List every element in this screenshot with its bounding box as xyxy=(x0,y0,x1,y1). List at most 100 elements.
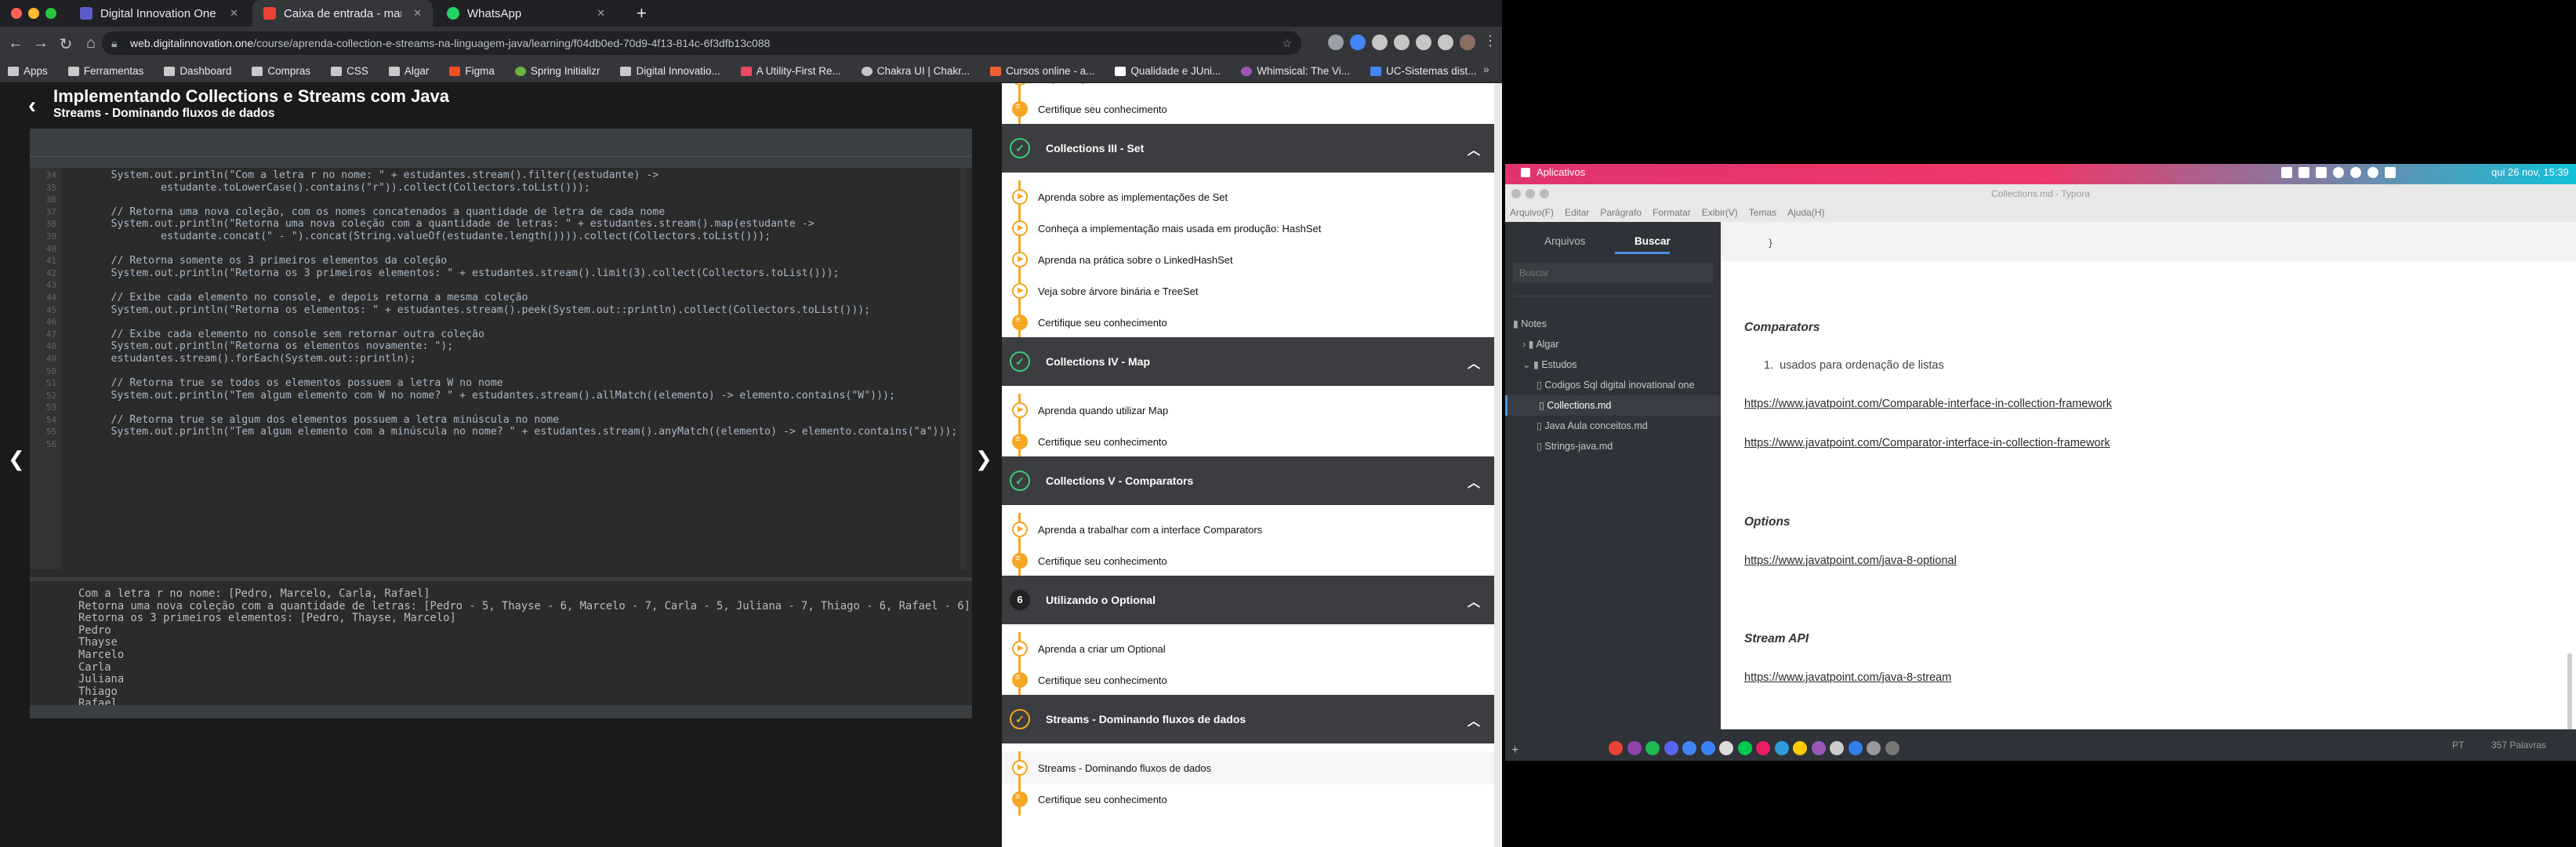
tab-gmail[interactable]: Caixa de entrada - marcosvo ✕ xyxy=(252,0,433,27)
menu-edit[interactable]: Editar xyxy=(1565,207,1589,218)
section-header[interactable]: ✓ Collections IV - Map ︿ xyxy=(1002,337,1494,386)
close-tab-icon[interactable]: ✕ xyxy=(413,7,422,20)
clock[interactable]: qui 26 nov, 15:39 xyxy=(2491,166,2569,178)
bookmark-link[interactable]: Figma xyxy=(449,65,495,77)
lesson-item[interactable]: ▶ Streams - Dominando fluxos de dados xyxy=(1002,751,1494,784)
bookmark-folder[interactable]: Compras xyxy=(252,65,310,77)
tab-digital-innovation[interactable]: Digital Innovation One ✕ xyxy=(69,0,249,27)
address-bar[interactable]: 🔒︎ web.digitalinnovation.one/course/apre… xyxy=(102,31,1301,55)
section-header[interactable]: ✓ Collections III - Set ︿ xyxy=(1002,124,1494,173)
wifi-icon[interactable] xyxy=(2333,167,2344,178)
bluetooth-icon[interactable] xyxy=(2350,167,2361,178)
bookmark-link[interactable]: Chakra UI | Chakr... xyxy=(861,65,970,77)
menu-format[interactable]: Formatar xyxy=(1653,207,1691,218)
extension-icon[interactable] xyxy=(1372,35,1388,50)
section-header[interactable]: ✓ Collections V - Comparators ︿ xyxy=(1002,456,1494,505)
app-icon[interactable] xyxy=(1756,741,1770,755)
volume-icon[interactable] xyxy=(2367,167,2378,178)
search-input[interactable]: Buscar xyxy=(1513,263,1713,283)
next-lesson-icon[interactable]: ❯ xyxy=(975,447,992,471)
menu-paragraph[interactable]: Parágrafo xyxy=(1600,207,1642,218)
tree-file-active[interactable]: ▯ Collections.md xyxy=(1505,395,1721,416)
video-player[interactable]: 34 35 36 37 38 39 40 41 42 43 44 45 46 4… xyxy=(30,129,972,718)
playlist-scrollbar[interactable] xyxy=(1494,83,1502,847)
menu-themes[interactable]: Temas xyxy=(1749,207,1776,218)
lesson-item[interactable]: ▶ Conheça a implementação mais usada em p… xyxy=(1002,212,1494,245)
menu-file[interactable]: Arquivo(F) xyxy=(1510,207,1554,218)
tree-file[interactable]: ▯ Java Aula conceitos.md xyxy=(1505,416,1721,436)
new-tab-button[interactable]: + xyxy=(637,3,647,24)
vscode-icon[interactable] xyxy=(1700,741,1715,755)
markdown-editor[interactable]: } Comparators 1. usados para ordenação d… xyxy=(1721,222,2576,761)
bookmark-link[interactable]: Digital Innovatio... xyxy=(620,65,720,77)
app-icon[interactable] xyxy=(1848,741,1863,755)
section-header[interactable]: ✓ Streams - Dominando fluxos de dados ︿ xyxy=(1002,695,1494,743)
applications-menu[interactable]: Aplicativos xyxy=(1537,166,1585,178)
link[interactable]: https://www.javatpoint.com/java-8-option… xyxy=(1744,554,1957,567)
bookmark-folder[interactable]: CSS xyxy=(331,65,368,77)
tab-files[interactable]: Arquivos xyxy=(1544,235,1586,247)
minimize-window-icon[interactable] xyxy=(1526,189,1535,198)
section-header[interactable]: 6 Utilizando o Optional ︿ xyxy=(1002,576,1494,624)
previous-lesson-icon[interactable]: ❮ xyxy=(8,447,25,471)
app-icon[interactable] xyxy=(1719,741,1733,755)
menu-kebab-icon[interactable]: ⋮ xyxy=(1483,33,1497,49)
bookmark-star-icon[interactable]: ☆ xyxy=(1282,31,1292,55)
quiz-item[interactable]: ≡ Certifique seu conhecimento xyxy=(1002,663,1494,696)
close-tab-icon[interactable]: ✕ xyxy=(597,7,605,20)
lesson-item[interactable]: ▶ Aprenda a trabalhar com a interface Com… xyxy=(1002,513,1494,546)
bookmark-link[interactable]: Whimsical: The Vi... xyxy=(1241,65,1350,77)
bookmark-folder[interactable]: Algar xyxy=(388,65,429,77)
tree-folder-notes[interactable]: ▮ Notes xyxy=(1505,314,1721,334)
app-icon[interactable] xyxy=(1774,741,1789,755)
back-icon[interactable]: ← xyxy=(6,35,25,53)
home-icon[interactable]: ⌂ xyxy=(82,35,100,53)
app-icon[interactable] xyxy=(1737,741,1752,755)
quiz-item[interactable]: ≡ Certifique seu conhecimento xyxy=(1002,93,1494,125)
app-icon[interactable] xyxy=(1793,741,1807,755)
quiz-item[interactable]: ≡ Certifique seu conhecimento xyxy=(1002,783,1494,816)
chevron-up-icon[interactable]: ︿ xyxy=(1468,711,1480,729)
app-icon[interactable] xyxy=(1811,741,1826,755)
menu-view[interactable]: Exibir(V) xyxy=(1702,207,1738,218)
extensions-puzzle-icon[interactable] xyxy=(1416,35,1431,50)
tray-icon[interactable] xyxy=(2298,167,2309,178)
input-language[interactable]: PT xyxy=(2452,740,2464,751)
more-bookmarks-icon[interactable]: » xyxy=(1483,63,1489,75)
tray-icon[interactable] xyxy=(2281,167,2292,178)
link[interactable]: https://www.javatpoint.com/java-8-stream xyxy=(1744,671,1951,684)
tree-folder-algar[interactable]: › ▮ Algar xyxy=(1505,334,1721,354)
tree-file[interactable]: ▯ Codigos Sql digital inovational one xyxy=(1505,375,1721,395)
tree-file[interactable]: ▯ Strings-java.md xyxy=(1505,436,1721,456)
reload-icon[interactable]: ↻ xyxy=(56,35,75,54)
app-icon[interactable] xyxy=(1867,741,1881,755)
app-icon[interactable] xyxy=(1682,741,1696,755)
bookmark-apps[interactable]: Apps xyxy=(8,65,48,77)
add-file-button[interactable]: + xyxy=(1511,743,1518,758)
lesson-item[interactable]: ▶ Veja sobre árvore binária e TreeSet xyxy=(1002,274,1494,307)
extension-icon[interactable] xyxy=(1394,35,1410,50)
chevron-up-icon[interactable]: ︿ xyxy=(1468,472,1480,491)
app-icon[interactable] xyxy=(1830,741,1844,755)
lesson-item[interactable]: ▶ Aprenda quando utilizar Map xyxy=(1002,394,1494,427)
tree-folder-estudos[interactable]: ⌄ ▮ Estudos xyxy=(1505,354,1721,375)
lesson-item[interactable]: ▶ Aprenda na prática sobre o LinkedHashSe… xyxy=(1002,243,1494,276)
tray-icon[interactable] xyxy=(2316,167,2327,178)
back-chevron-icon[interactable]: ‹ xyxy=(28,93,36,119)
chevron-up-icon[interactable]: ︿ xyxy=(1468,591,1480,610)
chrome-icon[interactable] xyxy=(1609,741,1623,755)
bookmark-link[interactable]: Cursos online - a... xyxy=(990,65,1094,77)
quiz-item[interactable]: ≡ Certifique seu conhecimento xyxy=(1002,306,1494,339)
forward-icon[interactable]: → xyxy=(31,35,50,53)
bookmark-folder[interactable]: Ferramentas xyxy=(67,65,143,77)
apple-menu-icon[interactable] xyxy=(1521,168,1530,177)
close-tab-icon[interactable]: ✕ xyxy=(230,7,238,20)
settings-icon[interactable] xyxy=(1885,741,1899,755)
chevron-up-icon[interactable]: ︿ xyxy=(1468,353,1480,372)
battery-icon[interactable] xyxy=(2385,167,2396,178)
close-window-icon[interactable] xyxy=(1511,189,1521,198)
editor-scrollbar[interactable] xyxy=(960,168,967,569)
quiz-item[interactable]: ≡ Certifique seu conhecimento xyxy=(1002,544,1494,577)
close-window-icon[interactable] xyxy=(11,8,22,19)
maximize-window-icon[interactable] xyxy=(45,8,56,19)
